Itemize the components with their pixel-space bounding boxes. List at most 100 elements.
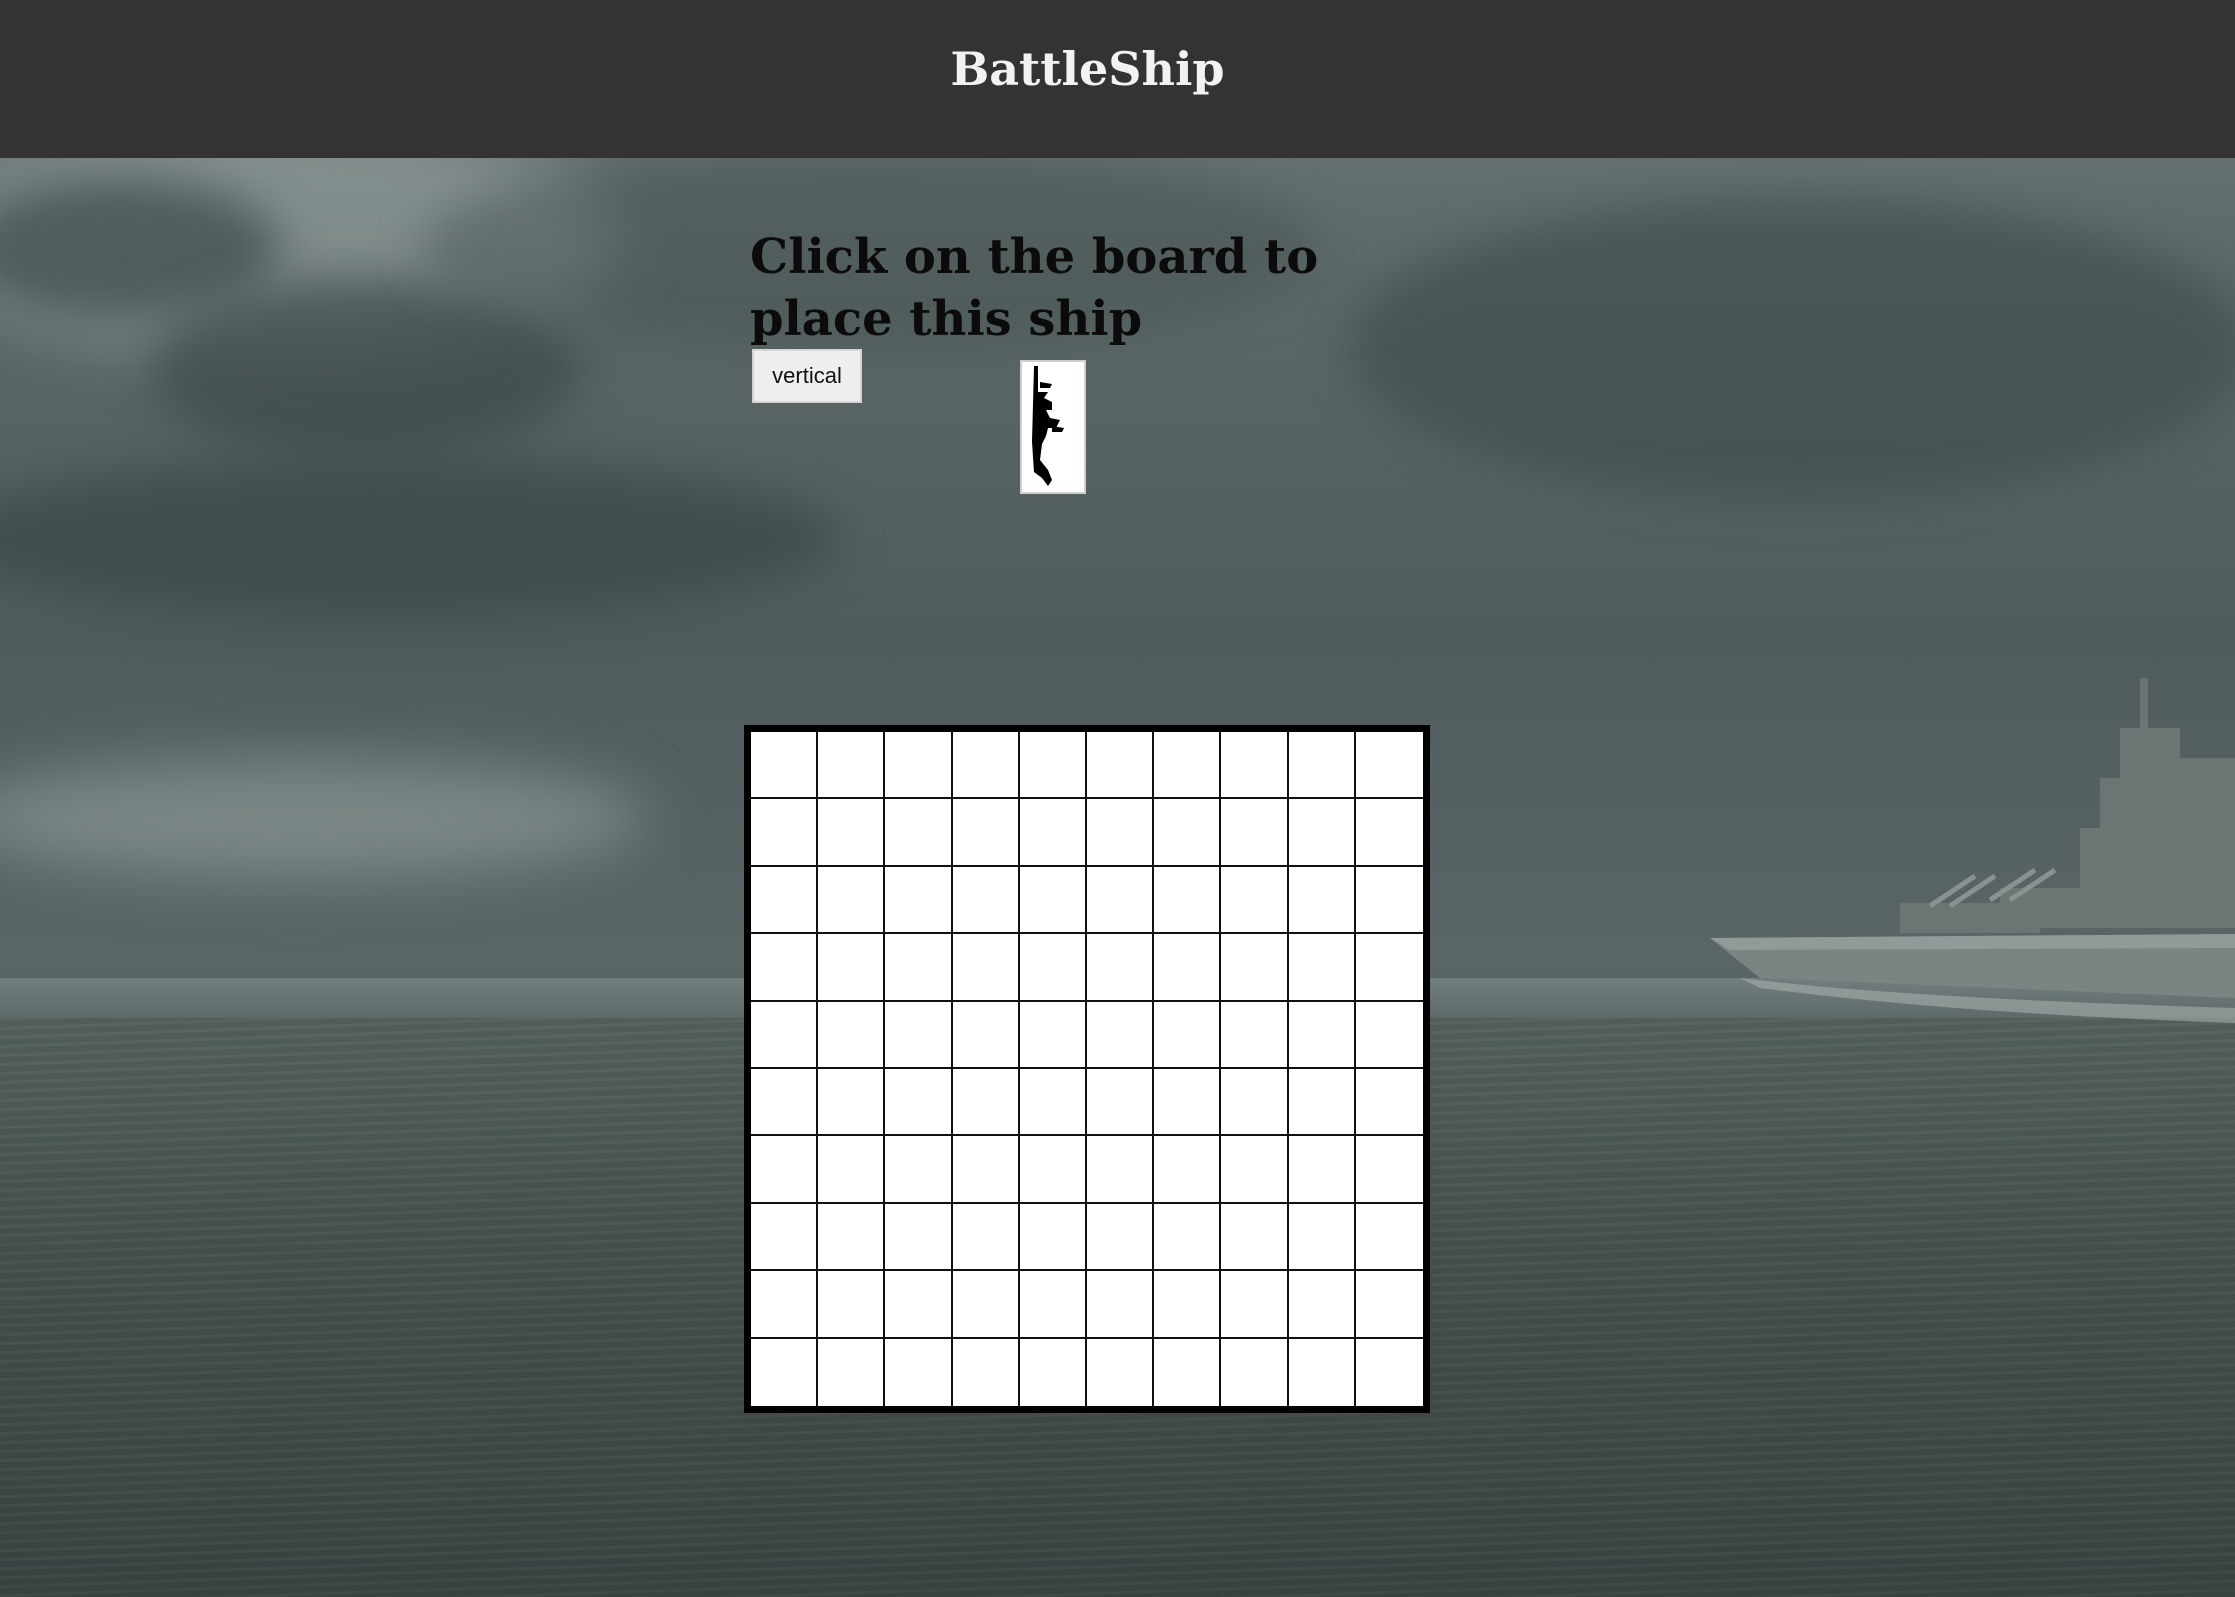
board-cell[interactable] — [1019, 934, 1087, 1002]
board-cell[interactable] — [1019, 1338, 1087, 1406]
board-cell[interactable] — [818, 934, 886, 1002]
board-cell[interactable] — [952, 732, 1020, 800]
board-cell[interactable] — [1288, 799, 1356, 867]
board-cell[interactable] — [885, 1338, 953, 1406]
board-cell[interactable] — [1086, 1069, 1155, 1137]
board-cell[interactable] — [1086, 1203, 1155, 1272]
board-cell[interactable] — [885, 1069, 953, 1137]
board-cell[interactable] — [1086, 1001, 1155, 1069]
board-cell[interactable] — [1221, 1001, 1289, 1069]
board-cell[interactable] — [1355, 1136, 1423, 1204]
board-cell[interactable] — [1355, 732, 1423, 800]
board-cell[interactable] — [1221, 799, 1289, 867]
board-cell[interactable] — [1221, 1136, 1289, 1204]
board-cell[interactable] — [1355, 1203, 1423, 1272]
board-cell[interactable] — [751, 1069, 819, 1137]
board-cell[interactable] — [1019, 1203, 1087, 1272]
board-cell[interactable] — [751, 934, 819, 1002]
board-cell[interactable] — [1288, 1271, 1356, 1339]
board-cell[interactable] — [952, 1271, 1020, 1339]
board-cell[interactable] — [751, 1203, 819, 1272]
board-cell[interactable] — [818, 732, 886, 800]
board-cell[interactable] — [1154, 1001, 1222, 1069]
board-cell[interactable] — [1288, 1069, 1356, 1137]
board-cell[interactable] — [952, 1203, 1020, 1272]
board-cell[interactable] — [885, 1203, 953, 1272]
board-cell[interactable] — [952, 1069, 1020, 1137]
board-cell[interactable] — [1154, 1338, 1222, 1406]
board-cell[interactable] — [818, 1271, 886, 1339]
board-cell[interactable] — [1355, 799, 1423, 867]
board-cell[interactable] — [952, 1001, 1020, 1069]
board-cell[interactable] — [1019, 866, 1087, 935]
board-cell[interactable] — [952, 866, 1020, 935]
board-cell[interactable] — [1288, 866, 1356, 935]
board-cell[interactable] — [1086, 1271, 1155, 1339]
board-cell[interactable] — [952, 1136, 1020, 1204]
board-cell[interactable] — [1019, 1069, 1087, 1137]
board-cell[interactable] — [1221, 1338, 1289, 1406]
board-cell[interactable] — [751, 732, 819, 800]
board-cell[interactable] — [818, 1069, 886, 1137]
board-cell[interactable] — [1288, 1001, 1356, 1069]
board-cell[interactable] — [885, 732, 953, 800]
board-cell[interactable] — [1154, 732, 1222, 800]
board-cell[interactable] — [1221, 934, 1289, 1002]
board-cell[interactable] — [885, 866, 953, 935]
board-cell[interactable] — [818, 799, 886, 867]
board-cell[interactable] — [1221, 866, 1289, 935]
board-cell[interactable] — [1355, 934, 1423, 1002]
board-cell[interactable] — [952, 799, 1020, 867]
board-cell[interactable] — [1154, 1069, 1222, 1137]
board-cell[interactable] — [1086, 934, 1155, 1002]
board-cell[interactable] — [1355, 1001, 1423, 1069]
board-cell[interactable] — [952, 934, 1020, 1002]
board-cell[interactable] — [885, 1271, 953, 1339]
board-cell[interactable] — [1086, 866, 1155, 935]
ship-preview[interactable] — [1020, 360, 1086, 494]
board-cell[interactable] — [1355, 866, 1423, 935]
board-cell[interactable] — [818, 1136, 886, 1204]
board-cell[interactable] — [1221, 1069, 1289, 1137]
board-cell[interactable] — [1154, 1136, 1222, 1204]
board-cell[interactable] — [885, 799, 953, 867]
board-cell[interactable] — [1019, 799, 1087, 867]
board-cell[interactable] — [885, 1001, 953, 1069]
board-cell[interactable] — [1019, 1136, 1087, 1204]
board-cell[interactable] — [1086, 1338, 1155, 1406]
board-cell[interactable] — [751, 1001, 819, 1069]
board-cell[interactable] — [885, 1136, 953, 1204]
board-cell[interactable] — [1355, 1271, 1423, 1339]
board-cell[interactable] — [751, 1136, 819, 1204]
board-cell[interactable] — [1221, 1203, 1289, 1272]
board-cell[interactable] — [1288, 1338, 1356, 1406]
board-cell[interactable] — [1221, 732, 1289, 800]
board-cell[interactable] — [1154, 1271, 1222, 1339]
board-cell[interactable] — [818, 1338, 886, 1406]
board-cell[interactable] — [1019, 1271, 1087, 1339]
board-cell[interactable] — [1154, 934, 1222, 1002]
board-cell[interactable] — [1288, 934, 1356, 1002]
board-cell[interactable] — [1355, 1069, 1423, 1137]
orientation-toggle-button[interactable]: vertical — [752, 349, 862, 403]
board-cell[interactable] — [1154, 1203, 1222, 1272]
board-cell[interactable] — [751, 1271, 819, 1339]
board-cell[interactable] — [751, 799, 819, 867]
board-cell[interactable] — [1288, 1136, 1356, 1204]
board-cell[interactable] — [952, 1338, 1020, 1406]
board-cell[interactable] — [1019, 1001, 1087, 1069]
board-cell[interactable] — [818, 866, 886, 935]
game-board[interactable] — [744, 725, 1430, 1413]
board-cell[interactable] — [1154, 866, 1222, 935]
board-cell[interactable] — [1154, 799, 1222, 867]
board-cell[interactable] — [1086, 799, 1155, 867]
board-cell[interactable] — [751, 866, 819, 935]
board-cell[interactable] — [1086, 732, 1155, 800]
board-cell[interactable] — [1019, 732, 1087, 800]
board-cell[interactable] — [818, 1203, 886, 1272]
board-cell[interactable] — [1221, 1271, 1289, 1339]
board-cell[interactable] — [1288, 1203, 1356, 1272]
board-cell[interactable] — [751, 1338, 819, 1406]
board-cell[interactable] — [1086, 1136, 1155, 1204]
board-cell[interactable] — [1288, 732, 1356, 800]
